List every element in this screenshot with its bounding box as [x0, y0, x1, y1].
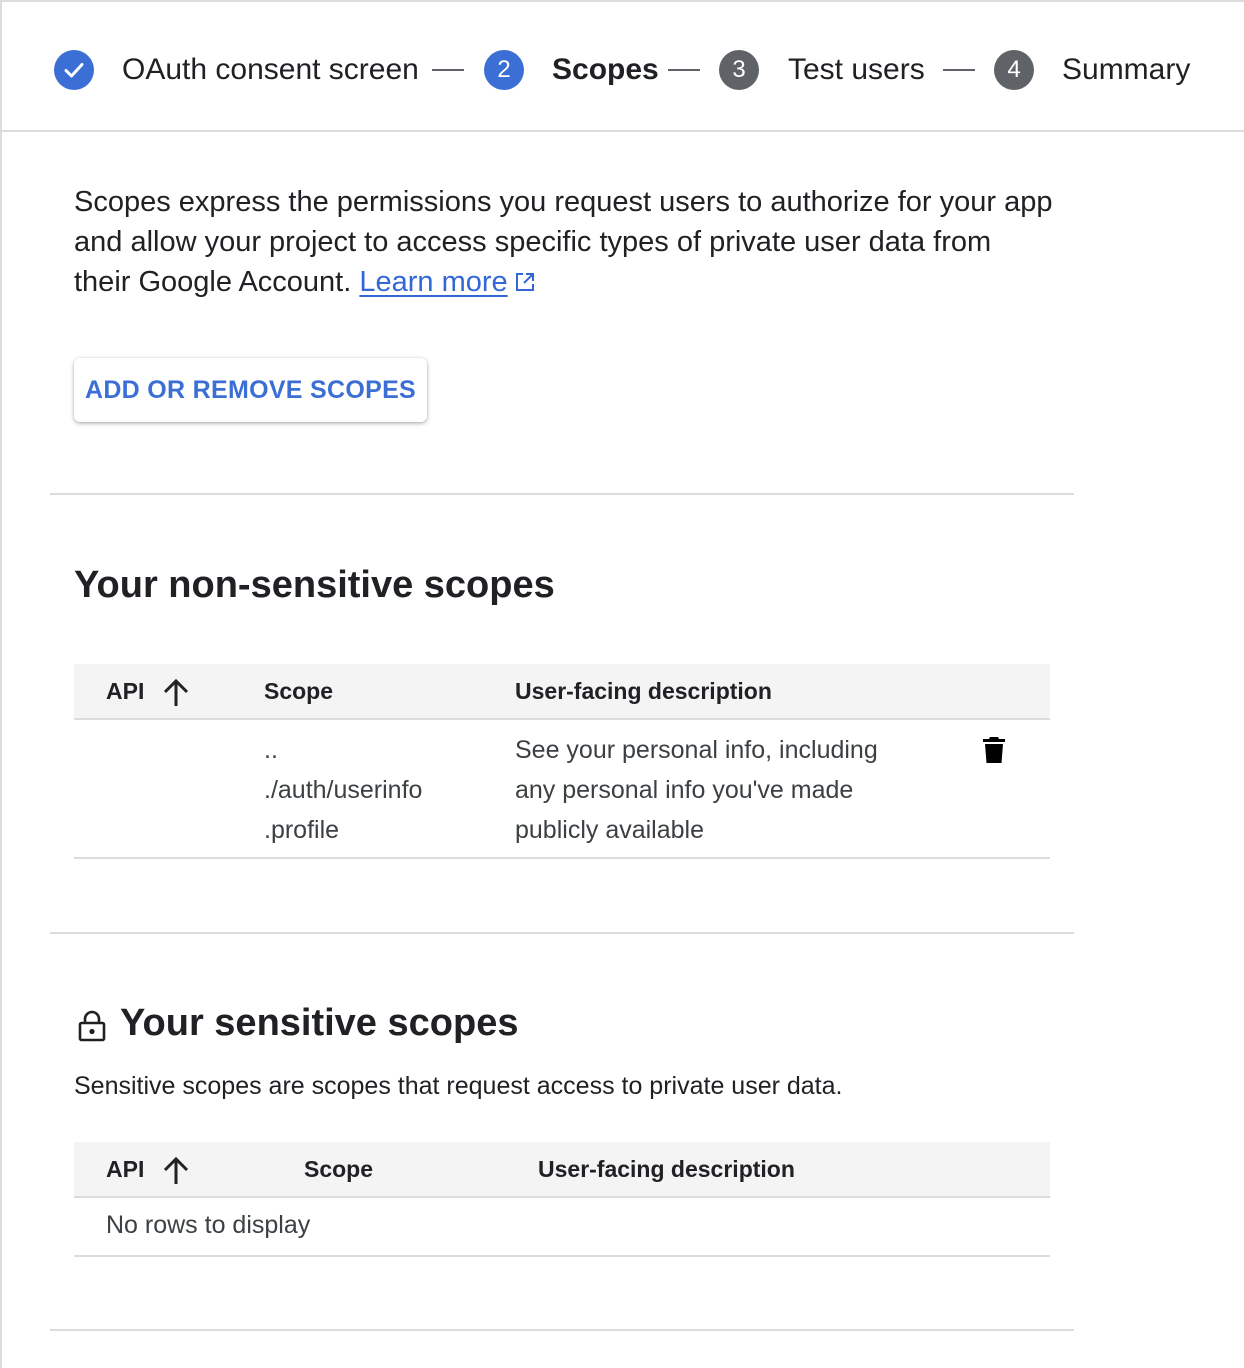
sensitive-scopes-description: Sensitive scopes are scopes that request…	[74, 1072, 843, 1100]
step-connector	[668, 69, 700, 71]
non-sensitive-table-header: API Scope User-facing description	[74, 664, 1050, 720]
step-label: Test users	[788, 53, 925, 86]
column-header-api[interactable]: API	[106, 678, 144, 705]
description-line: See your personal info, including	[515, 736, 878, 764]
row-divider	[74, 1255, 1050, 1257]
section-divider	[50, 493, 1074, 495]
scope-line: ..	[264, 736, 278, 764]
column-header-api[interactable]: API	[106, 1156, 144, 1183]
non-sensitive-scopes-title: Your non-sensitive scopes	[74, 564, 555, 606]
description-cell: See your personal info, including any pe…	[515, 730, 878, 850]
description-line: publicly available	[515, 816, 705, 844]
external-link-icon	[514, 264, 536, 304]
stepper: OAuth consent screen 2 Scopes 3 Test use…	[2, 2, 1244, 132]
intro-paragraph: Scopes express the permissions you reque…	[74, 182, 1054, 304]
scope-cell: .. ./auth/userinfo .profile	[264, 730, 422, 850]
step-summary[interactable]: 4 Summary	[994, 48, 1190, 92]
column-header-scope: Scope	[264, 678, 334, 704]
step-oauth-consent-screen[interactable]: OAuth consent screen	[54, 48, 419, 92]
column-header-description: User-facing description	[538, 1156, 795, 1182]
check-icon	[54, 50, 94, 90]
step-number-badge: 2	[484, 50, 524, 90]
trash-icon[interactable]	[982, 736, 1006, 769]
step-label: Summary	[1062, 53, 1191, 86]
learn-more-link[interactable]: Learn more	[359, 266, 507, 298]
description-line: any personal info you've made	[515, 776, 854, 804]
step-number-badge: 4	[994, 50, 1034, 90]
step-connector	[943, 69, 975, 71]
arrow-up-icon[interactable]	[162, 1156, 190, 1191]
scope-line: ./auth/userinfo	[264, 776, 423, 804]
section-divider	[50, 932, 1074, 934]
step-label: Scopes	[552, 53, 659, 86]
section-divider	[50, 1329, 1074, 1331]
row-divider	[74, 857, 1050, 859]
arrow-up-icon[interactable]	[162, 678, 190, 713]
sensitive-scopes-title: Your sensitive scopes	[120, 1002, 519, 1044]
step-test-users[interactable]: 3 Test users	[719, 48, 925, 92]
sensitive-table-header: API Scope User-facing description	[74, 1142, 1050, 1198]
intro-text: Scopes express the permissions you reque…	[74, 186, 1053, 298]
step-scopes[interactable]: 2 Scopes	[484, 48, 659, 92]
step-connector	[432, 69, 464, 71]
step-number-badge: 3	[719, 50, 759, 90]
column-header-scope: Scope	[304, 1156, 374, 1182]
empty-table-message: No rows to display	[106, 1211, 311, 1239]
step-label: OAuth consent screen	[122, 53, 419, 86]
column-header-description: User-facing description	[515, 678, 772, 704]
lock-icon	[78, 1010, 106, 1047]
add-or-remove-scopes-button[interactable]: ADD OR REMOVE SCOPES	[74, 358, 427, 422]
scope-line: .profile	[264, 816, 340, 844]
